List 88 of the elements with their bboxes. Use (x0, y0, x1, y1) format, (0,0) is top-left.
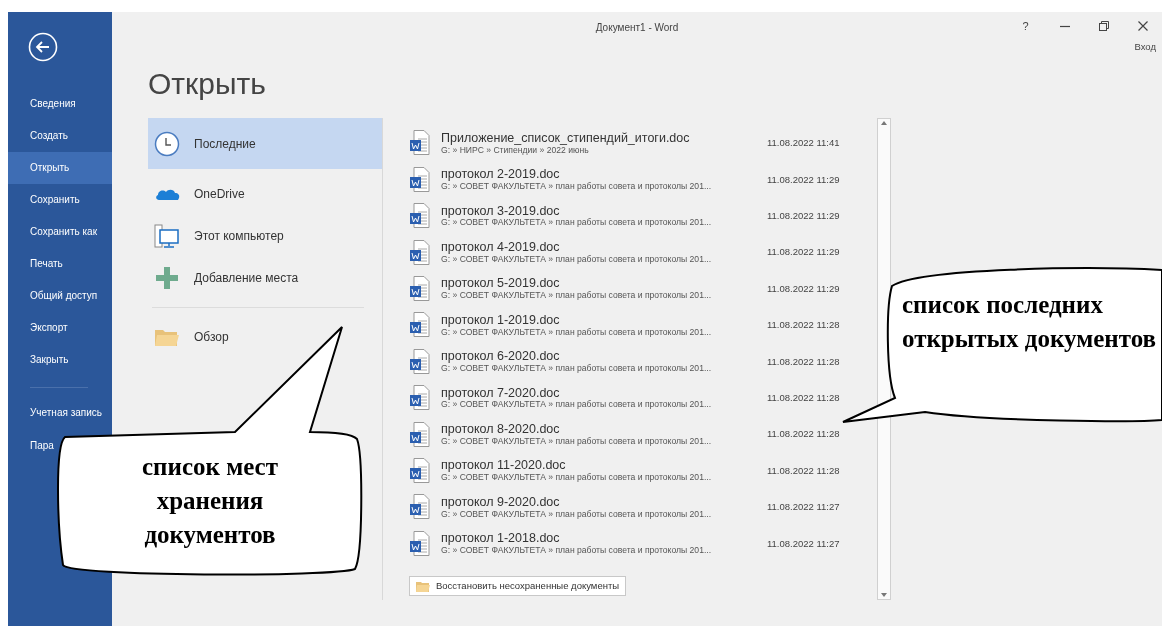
document-path: G: » СОВЕТ ФАКУЛЬТЕТА » план работы совета и протоколы 201... (441, 400, 713, 410)
recent-document-item[interactable]: протокол 9-2020.doc G: » СОВЕТ ФАКУЛЬТЕТА » план работы совета и протоколы 201... 11.08.2022 11:27 (409, 489, 877, 526)
word-document-icon (409, 457, 431, 484)
recent-document-item[interactable]: протокол 1-2019.doc G: » СОВЕТ ФАКУЛЬТЕТА » план работы совета и протоколы 201... 11.08.2022 11:28 (409, 307, 877, 344)
document-path: G: » СОВЕТ ФАКУЛЬТЕТА » план работы совета и протоколы 201... (441, 254, 713, 265)
place-item[interactable]: OneDrive (148, 173, 382, 216)
word-document-icon (409, 203, 431, 230)
recent-document-item[interactable]: протокол 4-2019.doc G: » СОВЕТ ФАКУЛЬТЕТА » план работы совета и протоколы 201... 11.08.2022 11:29 (409, 234, 877, 271)
document-date: 11.08.2022 11:29 (767, 209, 840, 224)
page-title: Открыть (148, 66, 267, 103)
document-name: Приложение_список_стипендий_итоги.doc (441, 131, 691, 146)
document-path: G: » СОВЕТ ФАКУЛЬТЕТА » план работы совета и протоколы 201... (441, 509, 713, 519)
sidebar-item[interactable]: Открыть (8, 152, 112, 184)
word-document-icon (409, 348, 431, 375)
place-item[interactable]: Этот компьютер (148, 215, 382, 258)
sidebar-item[interactable]: Учетная запись (30, 396, 102, 429)
document-path: G: » СОВЕТ ФАКУЛЬТЕТА » план работы совета и протоколы 201... (441, 436, 713, 447)
recent-document-item[interactable]: протокол 3-2019.doc G: » СОВЕТ ФАКУЛЬТЕТА » план работы совета и протоколы 201... 11.08.2022 11:29 (409, 198, 877, 235)
recent-document-item[interactable]: протокол 11-2020.doc G: » СОВЕТ ФАКУЛЬТЕТА » план работы совета и протоколы 201... 11.08.2022 11:28 (409, 452, 877, 490)
callout-text: список мест хранения документов (141, 452, 279, 550)
plus-icon (154, 265, 180, 292)
sidebar-item[interactable]: Закрыть (8, 344, 112, 376)
document-name: протокол 6-2020.doc (441, 350, 561, 364)
scrollbar[interactable] (877, 118, 891, 601)
sidebar-item[interactable]: Сохранить как (8, 216, 112, 248)
document-name: протокол 1-2018.doc (441, 532, 561, 546)
restore-unsaved-button[interactable]: Восстановить несохраненные документы (409, 575, 627, 596)
clock-icon (154, 130, 180, 157)
recent-document-item[interactable]: протокол 6-2020.doc G: » СОВЕТ ФАКУЛЬТЕТА » план работы совета и протоколы 201... 11.08.2022 11:28 (409, 343, 877, 380)
document-date: 11.08.2022 11:28 (767, 463, 840, 478)
document-name: протокол 3-2019.doc (441, 204, 561, 219)
sidebar-item[interactable]: Экспорт (8, 312, 112, 344)
document-date: 11.08.2022 11:28 (767, 427, 840, 442)
restore-window-icon (1098, 21, 1109, 31)
word-document-icon (409, 494, 431, 521)
document-path: G: » СОВЕТ ФАКУЛЬТЕТА » план работы совета и протоколы 201... (441, 545, 713, 556)
document-date: 11.08.2022 11:28 (767, 391, 840, 406)
recent-document-item[interactable]: протокол 2-2019.doc G: » СОВЕТ ФАКУЛЬТЕТА » план работы совета и протоколы 201... 11.08.2022 11:29 (409, 161, 877, 199)
word-document-icon (409, 239, 431, 266)
window-title: Документ1 - Word (595, 21, 679, 35)
word-document-icon (409, 530, 431, 557)
document-date: 11.08.2022 11:41 (767, 136, 840, 151)
sidebar-item[interactable]: Печать (8, 248, 112, 280)
document-path: G: » СОВЕТ ФАКУЛЬТЕТА » план работы совета и протоколы 201... (441, 291, 713, 301)
word-document-icon (409, 166, 431, 193)
document-path: G: » СОВЕТ ФАКУЛЬТЕТА » план работы совета и протоколы 201... (441, 363, 713, 374)
document-name: протокол 1-2019.doc (441, 313, 561, 328)
word-document-icon (409, 276, 431, 302)
document-name: протокол 8-2020.doc (441, 422, 561, 437)
document-date: 11.08.2022 11:27 (767, 500, 840, 515)
recent-document-item[interactable]: протокол 1-2018.doc G: » СОВЕТ ФАКУЛЬТЕТА » план работы совета и протоколы 201... 11.08.2022 11:27 (409, 525, 877, 562)
sidebar-item[interactable]: Создать (8, 120, 112, 152)
document-path: G: » НИРС » Стипендии » 2022 июнь (441, 145, 589, 156)
document-path: G: » СОВЕТ ФАКУЛЬТЕТА » план работы совета и протоколы 201... (441, 327, 713, 337)
document-path: G: » СОВЕТ ФАКУЛЬТЕТА » план работы совета и протоколы 201... (441, 182, 713, 192)
recent-document-item[interactable]: Приложение_список_стипендий_итоги.doc G: » НИРС » Стипендии » 2022 июнь 11.08.2022 11:41 (409, 125, 877, 162)
sidebar-item[interactable]: Пара (30, 429, 54, 462)
document-date: 11.08.2022 11:27 (767, 536, 840, 551)
sign-in-link[interactable]: Вход (1134, 40, 1156, 55)
document-name: протокол 5-2019.doc (441, 277, 561, 292)
word-document-icon (409, 312, 431, 339)
close-icon (1137, 21, 1148, 31)
document-path: G: » СОВЕТ ФАКУЛЬТЕТА » план работы совета и протоколы 201... (441, 218, 713, 228)
sidebar-item[interactable]: Сохранить (8, 184, 112, 216)
scroll-up-icon[interactable] (880, 119, 888, 128)
document-name: протокол 7-2020.doc (441, 386, 561, 401)
word-document-icon (409, 130, 431, 157)
document-name: протокол 4-2019.doc (441, 241, 561, 255)
place-item[interactable]: Последние (148, 118, 382, 170)
document-date: 11.08.2022 11:29 (767, 281, 840, 296)
document-date: 11.08.2022 11:29 (767, 245, 840, 260)
document-date: 11.08.2022 11:29 (767, 172, 840, 187)
document-date: 11.08.2022 11:28 (767, 318, 840, 333)
document-date: 11.08.2022 11:28 (767, 354, 840, 369)
document-name: протокол 2-2019.doc (441, 168, 561, 182)
callout-text: список последних открытых документов (902, 290, 1158, 354)
word-document-icon (409, 385, 431, 412)
recent-document-item[interactable]: протокол 5-2019.doc G: » СОВЕТ ФАКУЛЬТЕТА » план работы совета и протоколы 201... 11.08.2022 11:29 (409, 270, 877, 308)
folder-icon (416, 579, 430, 592)
help-button[interactable]: ? (1006, 13, 1045, 39)
computer-icon (154, 223, 180, 250)
sidebar-item[interactable]: Сведения (8, 88, 112, 120)
document-name: протокол 11-2020.doc (441, 459, 567, 474)
word-document-icon (409, 421, 431, 448)
document-path: G: » СОВЕТ ФАКУЛЬТЕТА » план работы совета и протоколы 201... (441, 473, 713, 483)
sidebar-item[interactable]: Общий доступ (8, 280, 112, 312)
document-name: протокол 9-2020.doc (441, 495, 561, 510)
place-item[interactable]: Добавление места (148, 257, 382, 300)
